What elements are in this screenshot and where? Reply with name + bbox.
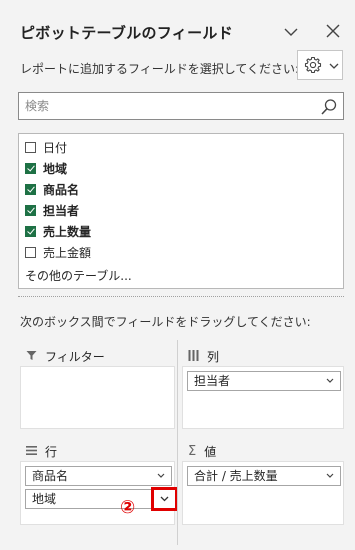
- chip-label: 地域: [32, 492, 57, 506]
- more-tables-link[interactable]: その他のテーブル...: [25, 267, 132, 284]
- columns-icon: [188, 349, 199, 364]
- field-label: 売上金額: [43, 245, 92, 260]
- field-item-product[interactable]: 商品名: [25, 179, 79, 199]
- chip-label: 商品名: [32, 469, 69, 483]
- filter-area-label: フィルター: [45, 350, 105, 364]
- field-label: 地域: [43, 161, 68, 176]
- chevron-down-icon[interactable]: [155, 467, 167, 485]
- rows-area-label: 行: [45, 445, 58, 459]
- columns-area-label: 列: [207, 350, 220, 364]
- columns-area-header: 列: [188, 348, 219, 365]
- value-field-chip[interactable]: 合計 / 売上数量: [187, 466, 341, 486]
- field-item-quantity[interactable]: 売上数量: [25, 221, 91, 241]
- checkbox[interactable]: [25, 141, 36, 153]
- sigma-icon: Σ: [188, 444, 197, 459]
- chevron-down-icon: [284, 28, 298, 36]
- checkbox[interactable]: [25, 204, 36, 216]
- columns-drop-zone[interactable]: 担当者: [182, 366, 344, 429]
- field-item-region[interactable]: 地域: [25, 158, 67, 178]
- chevron-down-icon: [329, 63, 339, 69]
- chip-label: 担当者: [194, 374, 231, 388]
- annotation-marker: ②: [120, 497, 136, 518]
- section-divider: [18, 296, 344, 297]
- drag-instruction: 次のボックス間でフィールドをドラッグしてください:: [20, 315, 311, 329]
- field-label: 売上数量: [43, 224, 92, 239]
- pane-title: ピボットテーブルのフィールド: [20, 24, 234, 42]
- field-list: 日付 地域 商品名 担当者 売上数量 売上金額 その他のテーブル...: [18, 133, 344, 289]
- filter-drop-zone[interactable]: [20, 366, 175, 429]
- field-item-rep[interactable]: 担当者: [25, 200, 79, 220]
- checkbox[interactable]: [25, 225, 36, 237]
- field-item-amount[interactable]: 売上金額: [25, 242, 91, 262]
- pane-options-button[interactable]: [280, 22, 302, 42]
- rows-drop-zone[interactable]: 商品名 地域 ②: [20, 461, 178, 525]
- close-pane-button[interactable]: [322, 20, 344, 42]
- rows-icon: [26, 445, 37, 459]
- filter-area-header: フィルター: [26, 348, 105, 365]
- chip-label: 合計 / 売上数量: [194, 469, 278, 483]
- field-label: 日付: [43, 140, 68, 155]
- search-input[interactable]: [25, 97, 305, 115]
- area-separator: [177, 340, 178, 545]
- highlighted-dropdown-button[interactable]: [151, 487, 178, 511]
- chevron-down-icon: [160, 496, 169, 502]
- checkbox[interactable]: [25, 246, 36, 258]
- chevron-down-icon[interactable]: [324, 467, 336, 485]
- field-label: 商品名: [43, 182, 80, 197]
- checkbox[interactable]: [25, 183, 36, 195]
- column-field-chip[interactable]: 担当者: [187, 371, 341, 391]
- row-field-chip[interactable]: 地域: [25, 489, 172, 509]
- checkbox[interactable]: [25, 162, 36, 174]
- layout-tools-button[interactable]: [297, 50, 343, 80]
- chevron-down-icon[interactable]: [324, 372, 336, 390]
- close-icon: [326, 24, 340, 38]
- field-item-date[interactable]: 日付: [25, 137, 67, 157]
- values-drop-zone[interactable]: 合計 / 売上数量: [182, 461, 344, 525]
- field-label: 担当者: [43, 203, 80, 218]
- row-field-chip[interactable]: 商品名: [25, 466, 172, 486]
- gear-icon: [304, 56, 322, 74]
- field-select-instruction: レポートに追加するフィールドを選択してください:: [20, 62, 300, 76]
- filter-icon: [26, 350, 37, 364]
- field-search-box[interactable]: [18, 92, 344, 120]
- values-area-header: Σ 値: [188, 443, 216, 460]
- values-area-label: 値: [204, 445, 217, 459]
- search-icon[interactable]: [319, 97, 339, 117]
- rows-area-header: 行: [26, 443, 57, 460]
